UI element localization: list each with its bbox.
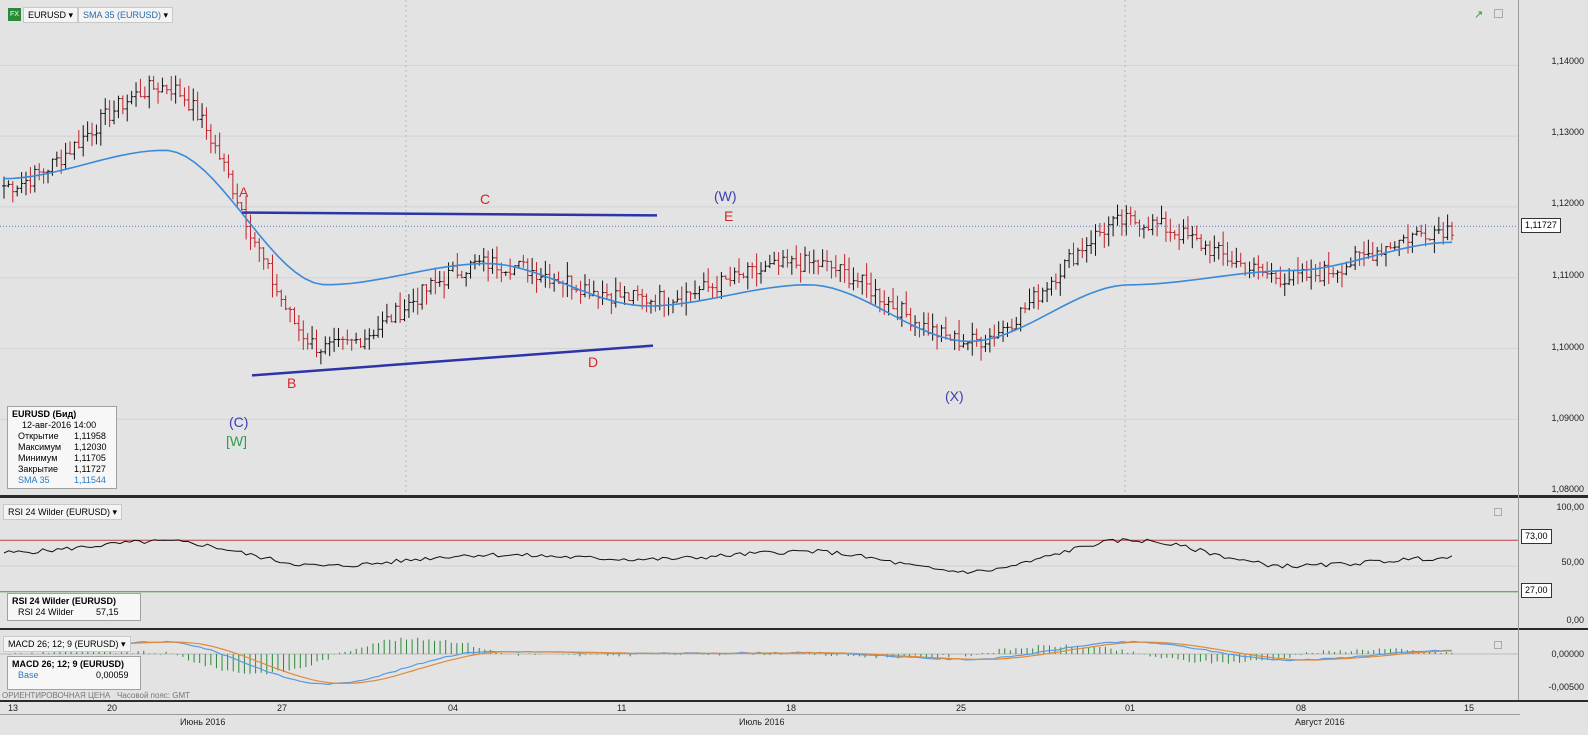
info-row: Base 0,00059 [18, 670, 129, 680]
rsi-line [3, 538, 1453, 574]
price-chart[interactable] [0, 0, 1520, 500]
wave-label-c: C [480, 191, 491, 207]
x-month: Июнь 2016 [180, 717, 226, 727]
info-title: RSI 24 Wilder (EURUSD) [12, 596, 116, 606]
panel-divider [0, 700, 1588, 702]
panel-divider [0, 628, 1588, 630]
symbol-label: EURUSD [28, 10, 67, 20]
rsi-tick: 0,00 [1566, 615, 1584, 625]
info-datetime: 12-авг-2016 14:00 [22, 420, 97, 430]
last-price-tag: 1,11727 [1521, 218, 1561, 233]
x-tick: 04 [448, 703, 459, 713]
wave-label-w-paren: (W) [714, 188, 737, 204]
macd-info-box: MACD 26; 12; 9 (EURUSD) Base 0,00059 [7, 656, 141, 690]
x-tick: 13 [8, 703, 19, 713]
x-tick: 08 [1296, 703, 1307, 713]
rsi-tick: 100,00 [1556, 502, 1584, 512]
x-tick: 25 [956, 703, 967, 713]
wave-label-b: B [287, 375, 297, 391]
symbol-selector[interactable]: EURUSD ▾ [23, 7, 79, 23]
x-tick: 11 [617, 703, 627, 713]
x-month: Июль 2016 [739, 717, 785, 727]
chevron-down-icon: ▾ [163, 10, 169, 20]
info-title: EURUSD (Бид) [12, 409, 77, 419]
x-month: Август 2016 [1295, 717, 1345, 727]
x-tick: 18 [786, 703, 797, 713]
sma-label: SMA 35 (EURUSD) [83, 10, 162, 20]
price-tick: 1,14000 [1551, 56, 1584, 66]
info-row: Закрытие 1,11727 [18, 464, 106, 474]
month-divider [0, 714, 1520, 715]
wave-label-d: D [588, 354, 599, 370]
panel-divider [0, 495, 1588, 498]
sma-selector[interactable]: SMA 35 (EURUSD) ▾ [78, 7, 174, 23]
macd-tick: 0,00000 [1551, 649, 1584, 659]
x-tick: 15 [1464, 703, 1475, 713]
wave-label-w-bracket: [W] [226, 433, 247, 449]
rsi-selector[interactable]: RSI 24 Wilder (EURUSD) ▾ [3, 504, 123, 520]
chevron-down-icon: ▾ [68, 10, 74, 20]
price-tick: 1,10000 [1551, 342, 1584, 352]
macd-label: MACD 26; 12; 9 (EURUSD) [8, 639, 119, 649]
rsi-chart[interactable] [0, 500, 1520, 630]
rsi-label: RSI 24 Wilder (EURUSD) [8, 507, 111, 517]
macd-signal-line [3, 641, 1453, 685]
wave-label-x-paren: (X) [945, 388, 964, 404]
info-row: SMA 35 1,11544 [18, 475, 106, 485]
rsi-info-box: RSI 24 Wilder (EURUSD) RSI 24 Wilder 57,1… [7, 593, 141, 621]
rsi-level-tag: 73,00 [1521, 529, 1552, 544]
ohlc-info-box: EURUSD (Бид) 12-авг-2016 14:00 Открытие 1… [7, 406, 117, 489]
price-tick: 1,08000 [1551, 484, 1584, 494]
rsi-level-tag: 27,00 [1521, 583, 1552, 598]
wave-label-e: E [724, 208, 734, 224]
axis-divider [1518, 0, 1519, 700]
x-tick: 01 [1125, 703, 1136, 713]
maximize-icon[interactable] [1494, 641, 1502, 649]
chevron-down-icon: ▾ [121, 639, 126, 649]
info-row: Минимум 1,11705 [18, 453, 106, 463]
wave-label-a: A [239, 184, 249, 200]
info-row: Максимум 1,12030 [18, 442, 107, 452]
trend-icon[interactable]: ↗ [1474, 8, 1483, 21]
price-tick: 1,11000 [1552, 270, 1584, 280]
upper-trendline [241, 211, 658, 217]
info-row: Открытие 1,11958 [18, 431, 106, 441]
sma-line [3, 149, 1453, 343]
rsi-tick: 50,00 [1561, 557, 1584, 567]
macd-tick: -0,00500 [1548, 682, 1584, 692]
price-tick: 1,12000 [1551, 198, 1584, 208]
info-title: MACD 26; 12; 9 (EURUSD) [12, 659, 125, 669]
fx-badge: FX [8, 8, 21, 21]
chevron-down-icon: ▾ [112, 507, 118, 517]
price-tick: 1,13000 [1551, 127, 1584, 137]
info-row: RSI 24 Wilder 57,15 [18, 607, 119, 617]
macd-chart[interactable] [0, 630, 1520, 700]
x-tick: 27 [277, 703, 288, 713]
footer-note: ОРИЕНТИРОВОЧНАЯ ЦЕНА Часовой пояс: GMT [2, 691, 190, 700]
macd-line [3, 640, 1453, 686]
maximize-icon[interactable] [1494, 508, 1502, 516]
maximize-icon[interactable] [1494, 9, 1503, 18]
wave-label-c-paren: (C) [229, 414, 249, 430]
x-tick: 20 [107, 703, 118, 713]
price-tick: 1,09000 [1551, 413, 1584, 423]
macd-selector[interactable]: MACD 26; 12; 9 (EURUSD) ▾ [3, 636, 131, 652]
